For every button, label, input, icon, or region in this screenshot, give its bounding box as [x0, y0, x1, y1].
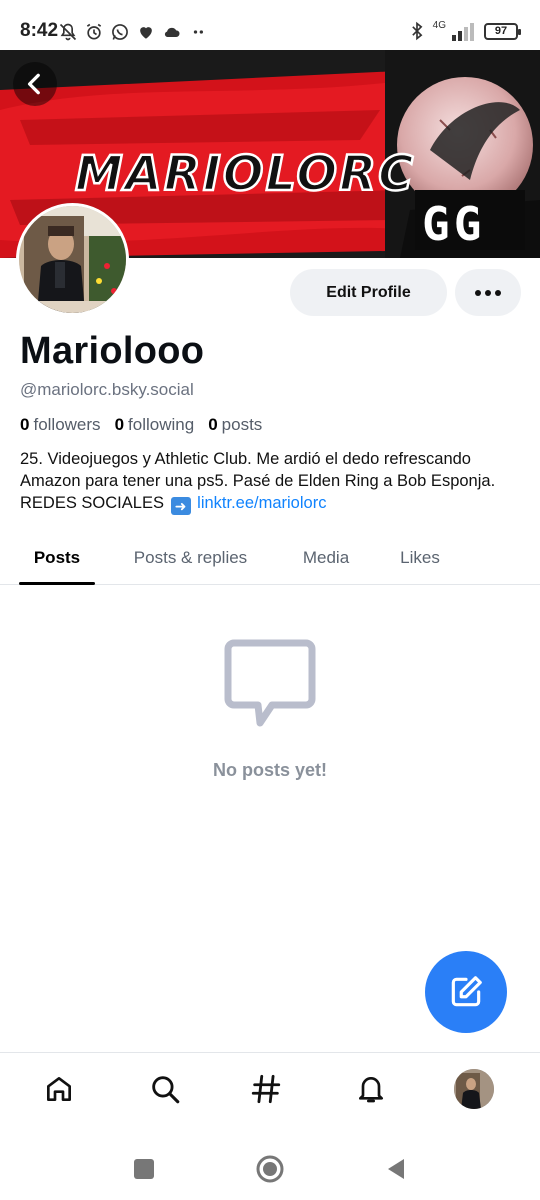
compose-button[interactable]	[425, 951, 507, 1033]
profile-tabs: Posts Posts & replies Media Likes	[0, 530, 540, 585]
cloud-icon	[164, 27, 180, 38]
posts-stat: 0 posts	[208, 415, 262, 435]
bio-link[interactable]: linktr.ee/mariolorc	[197, 494, 326, 512]
profile-avatar-small	[454, 1069, 494, 1109]
empty-state-message: No posts yet!	[212, 760, 327, 780]
dot-icon	[485, 289, 491, 296]
banner-title: MARIOLORC	[75, 146, 415, 202]
profile-bio: 25. Videojuegos y Athletic Club. Me ardi…	[20, 448, 525, 515]
following-count: 0	[114, 415, 125, 434]
following-label: following	[128, 415, 195, 434]
tab-posts[interactable]: Posts	[19, 530, 95, 585]
tab-media[interactable]: Media	[286, 530, 366, 585]
home-circle-icon	[256, 1155, 284, 1183]
display-name: Mariolooo	[20, 330, 205, 372]
avatar-photo	[19, 206, 126, 313]
nav-feeds[interactable]	[244, 1067, 288, 1111]
recents-icon	[134, 1159, 154, 1179]
avatar-photo-small	[454, 1069, 494, 1109]
tab-likes[interactable]: Likes	[386, 530, 454, 585]
user-handle: @mariolorc.bsky.social	[20, 380, 194, 399]
dot-icon	[475, 289, 481, 296]
system-navigation-bar	[0, 1138, 540, 1200]
bluetooth-icon	[411, 21, 423, 41]
nav-search[interactable]	[143, 1067, 187, 1111]
back-triangle-icon	[388, 1159, 404, 1179]
tab-posts-replies[interactable]: Posts & replies	[118, 530, 263, 585]
posts-label: posts	[221, 415, 263, 434]
search-icon	[152, 1076, 180, 1104]
whatsapp-icon	[112, 24, 128, 40]
posts-count: 0	[208, 415, 218, 434]
dot-icon	[495, 289, 501, 296]
edit-profile-button[interactable]: Edit Profile	[290, 269, 447, 316]
mute-icon	[59, 23, 77, 41]
notifications-icon	[359, 1077, 383, 1103]
status-time: 8:42	[20, 20, 59, 41]
compose-icon	[451, 976, 482, 1007]
active-tab-indicator	[19, 582, 95, 585]
following-stat[interactable]: 0 following	[115, 415, 195, 435]
nav-home[interactable]	[37, 1067, 81, 1111]
followers-count: 0	[20, 415, 30, 434]
followers-stat[interactable]: 0 followers	[20, 415, 101, 435]
hashtag-icon	[251, 1074, 281, 1104]
home-system-button[interactable]	[255, 1154, 285, 1184]
battery-icon: 97	[484, 22, 521, 40]
heart-icon	[140, 27, 152, 39]
status-bar: 8:42 4G 97	[0, 0, 540, 50]
status-icons-left	[58, 20, 208, 44]
profile-avatar[interactable]	[16, 203, 129, 316]
recents-button[interactable]	[129, 1154, 159, 1184]
chevron-left-icon	[27, 73, 40, 95]
more-options-button[interactable]	[455, 269, 521, 316]
followers-label: followers	[33, 415, 101, 434]
arrow-right-icon: ➜	[170, 497, 191, 515]
message-bubble-icon	[224, 639, 316, 727]
home-icon	[47, 1077, 71, 1101]
banner-badge: GG	[422, 197, 485, 251]
alarm-icon	[86, 23, 102, 40]
nav-profile[interactable]	[452, 1067, 496, 1111]
nav-notifications[interactable]	[349, 1067, 393, 1111]
more-dots-icon	[193, 30, 203, 34]
profile-stats: 0 followers 0 following 0 posts	[20, 415, 262, 435]
signal-icon	[452, 23, 474, 41]
back-button[interactable]	[13, 62, 57, 106]
network-type: 4G	[432, 19, 446, 31]
back-system-button[interactable]	[381, 1154, 411, 1184]
status-icons-right: 4G 97	[407, 18, 521, 44]
bottom-navigation	[0, 1052, 540, 1122]
